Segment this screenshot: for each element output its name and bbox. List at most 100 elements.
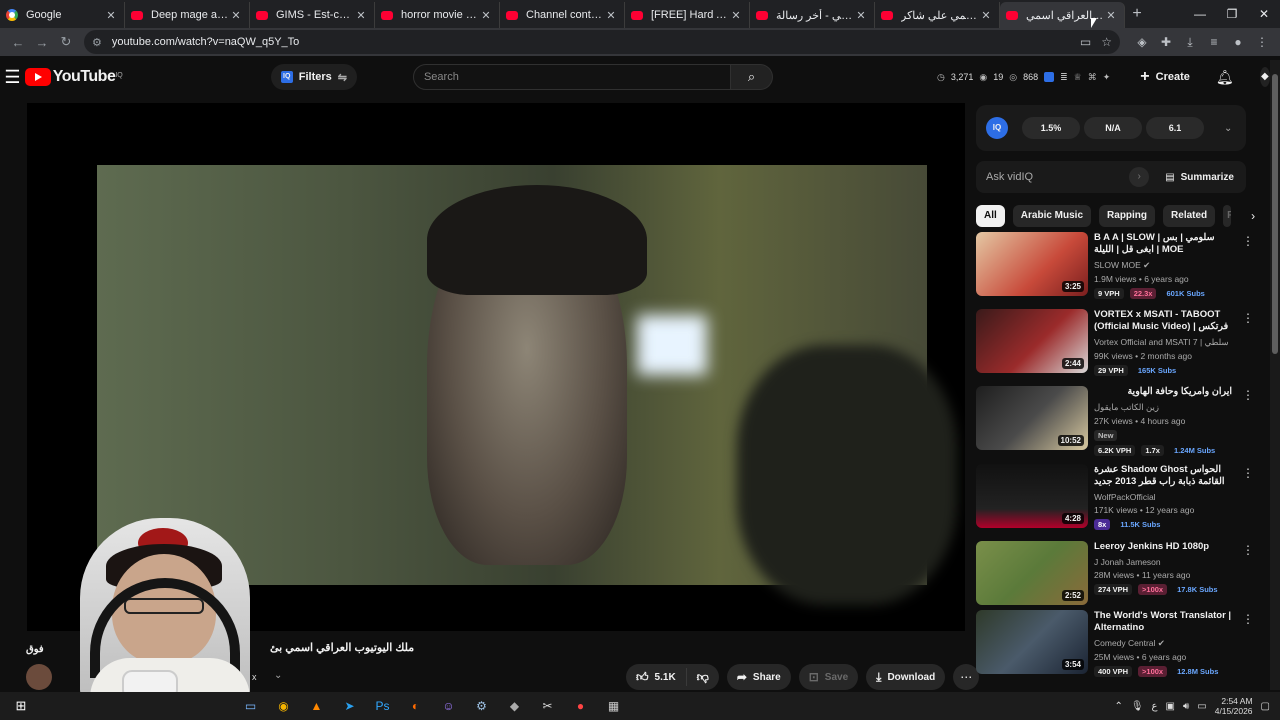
channel-name[interactable]: J Jonah Jameson	[1094, 557, 1232, 567]
menu-icon[interactable]: ⋮	[1250, 35, 1274, 49]
video-thumbnail[interactable]: 2:52	[976, 541, 1088, 605]
download-icon[interactable]: ⤓	[1178, 35, 1202, 50]
clock[interactable]: 2:54 AM 4/15/2026	[1215, 696, 1253, 716]
browser-tab[interactable]: Channel content - You✕	[500, 2, 625, 28]
close-icon[interactable]: ✕	[979, 9, 993, 22]
video-thumbnail[interactable]: 4:28	[976, 464, 1088, 528]
windows-start-icon[interactable]: ⊞	[8, 698, 34, 714]
app-icon[interactable]: ◆	[498, 699, 531, 713]
language-indicator[interactable]: ع	[1152, 701, 1158, 712]
channel-name[interactable]: WolfPackOfficial	[1094, 492, 1232, 502]
kebab-menu-icon[interactable]: ⋮	[1242, 612, 1254, 626]
video-title[interactable]: Leeroy Jenkins HD 1080p	[1094, 541, 1232, 553]
score-pill[interactable]: N/A	[1084, 117, 1142, 139]
close-icon[interactable]: ✕	[604, 9, 618, 22]
photoshop-icon[interactable]: Ps	[366, 699, 399, 713]
scrollbar-thumb[interactable]	[1272, 74, 1278, 354]
video-thumbnail[interactable]: 3:54	[976, 610, 1088, 674]
close-icon[interactable]: ✕	[354, 9, 368, 22]
obs-icon[interactable]: ●	[564, 699, 597, 713]
kebab-menu-icon[interactable]: ⋮	[1242, 466, 1254, 480]
site-info-icon[interactable]: ⚙	[92, 36, 102, 49]
media-icon[interactable]: ≡	[1202, 35, 1226, 49]
browser-tab[interactable]: كلاوجي عربي - أخر رسالة✕	[750, 2, 875, 28]
account-avatar[interactable]: ◆	[1259, 67, 1270, 87]
trophy-icon[interactable]: ♕	[1074, 72, 1082, 83]
reload-icon[interactable]: ↻	[54, 34, 78, 50]
telegram-icon[interactable]: ➤	[333, 699, 366, 713]
close-icon[interactable]: ✕	[104, 9, 118, 22]
video-thumbnail[interactable]: 3:25	[976, 232, 1088, 296]
list-item[interactable]: 2:44 VORTEX x MSATI - TABOOT (Official M…	[976, 309, 1254, 377]
kebab-menu-icon[interactable]: ⋮	[1242, 388, 1254, 402]
list-item[interactable]: 3:54 The World's Worst Translator | Alte…	[976, 610, 1254, 678]
chip-all[interactable]: All	[976, 205, 1005, 227]
address-bar[interactable]: ⚙ youtube.com/watch?v=naQW_q5Y_To ▭ ☆	[84, 30, 1120, 54]
browser-tab[interactable]: horror movie 2 weeks✕	[375, 2, 500, 28]
new-tab-button[interactable]: +	[1125, 2, 1149, 28]
list-item[interactable]: 3:25 B A A | SLOW | سلومي | بس ابغى قل |…	[976, 232, 1254, 300]
puzzle-icon[interactable]: ✚	[1154, 35, 1178, 49]
browser-tab[interactable]: Deep mage aria bloom✕	[125, 2, 250, 28]
bookmark-star-icon[interactable]: ☆	[1101, 35, 1112, 49]
close-window-icon[interactable]: ✕	[1248, 0, 1280, 28]
download-button[interactable]: ⤓ Download	[866, 664, 946, 690]
close-icon[interactable]: ✕	[854, 9, 868, 22]
chip-more[interactable]: F	[1223, 205, 1232, 227]
chip-rapping[interactable]: Rapping	[1099, 205, 1156, 227]
kebab-menu-icon[interactable]: ⋮	[1242, 311, 1254, 325]
notification-icon[interactable]: ▢	[1261, 701, 1270, 712]
discord-icon[interactable]: ☺	[432, 699, 465, 713]
capcut-icon[interactable]: ✂	[531, 699, 564, 713]
save-button[interactable]: ⊡ Save	[798, 664, 859, 690]
thumbs-down-icon[interactable]: 👎︎	[687, 670, 719, 685]
close-icon[interactable]: ✕	[229, 9, 243, 22]
video-title[interactable]: VORTEX x MSATI - TABOOT (Official Music …	[1094, 309, 1232, 333]
summarize-button[interactable]: ▤ Summarize	[1165, 172, 1234, 183]
vidiq-badge-icon[interactable]	[1044, 72, 1055, 82]
mic-icon[interactable]: 🎙︎	[1131, 701, 1144, 712]
score-pill[interactable]: 1.5%	[1022, 117, 1080, 139]
youtube-logo[interactable]: YouTube IQ	[24, 68, 123, 86]
battery-icon[interactable]: ▭	[1197, 701, 1206, 712]
sparkle-icon[interactable]: ✦	[1103, 72, 1111, 83]
close-icon[interactable]: ✕	[1104, 9, 1118, 22]
video-title[interactable]: B A A | SLOW | سلومي | بس ابغى قل | اللي…	[1094, 232, 1232, 256]
chevron-down-icon[interactable]: ⌄	[274, 670, 282, 681]
browser-tab-active[interactable]: ملك اليوتيوب العراقي اسمي✕	[1000, 2, 1125, 28]
score-pill[interactable]: 6.1	[1146, 117, 1204, 139]
vlc-icon[interactable]: ▲	[300, 699, 333, 713]
list-item[interactable]: 10:52 ايران وامريكا وحافة الهاوية زين ال…	[976, 386, 1254, 456]
extension-icon[interactable]: ◈	[1130, 35, 1154, 49]
list-item[interactable]: 2:52 Leeroy Jenkins HD 1080p J Jonah Jam…	[976, 541, 1254, 609]
restore-icon[interactable]: ❐	[1216, 0, 1248, 28]
share-button[interactable]: ➦ Share	[726, 664, 791, 690]
channel-name[interactable]: زين الكاتب مايقول	[1094, 402, 1232, 413]
steam-icon[interactable]: ⚙	[465, 699, 498, 713]
browser-tab[interactable]: اني اسمي علي شاكر - ube✕	[875, 2, 1000, 28]
forward-icon[interactable]: →	[30, 35, 54, 50]
file-app-icon[interactable]: ▦	[597, 699, 630, 713]
chip-arabic-music[interactable]: Arabic Music	[1012, 205, 1092, 227]
volume-icon[interactable]: 🔊︎	[1183, 701, 1189, 712]
notifications-bell-icon[interactable]: 🔔︎	[1216, 69, 1234, 86]
minimize-icon[interactable]: —	[1184, 0, 1216, 28]
browser-tab[interactable]: GIMS - Est-ce que tu m✕	[250, 2, 375, 28]
cast-icon[interactable]: ▭	[1080, 35, 1091, 49]
video-thumbnail[interactable]: 10:52	[976, 386, 1088, 450]
video-title[interactable]: عشرة Shadow Ghost الحواس القائمة ذبابة ر…	[1094, 464, 1232, 488]
filters-button[interactable]: IQ Filters ⇋	[270, 64, 357, 90]
monitor-app-icon[interactable]: ▭	[234, 699, 267, 713]
channel-name[interactable]: Vortex Official and MSATI 7 | سلطي	[1094, 337, 1232, 348]
search-input[interactable]: Search	[412, 64, 731, 90]
send-arrow-icon[interactable]: ›	[1129, 167, 1150, 187]
hamburger-menu-icon[interactable]: ☰	[0, 67, 25, 88]
browser-tab[interactable]: [FREE] Hard Aggressive✕	[625, 2, 750, 28]
back-icon[interactable]: ←	[6, 35, 30, 50]
browser-app-icon[interactable]: ◐	[399, 699, 432, 713]
chevron-up-icon[interactable]: ⌃	[1114, 701, 1122, 712]
video-thumbnail[interactable]: 2:44	[976, 309, 1088, 373]
page-scrollbar[interactable]	[1270, 60, 1280, 690]
network-icon[interactable]: ▣	[1166, 701, 1175, 712]
chart-icon[interactable]: ≣	[1060, 72, 1068, 83]
